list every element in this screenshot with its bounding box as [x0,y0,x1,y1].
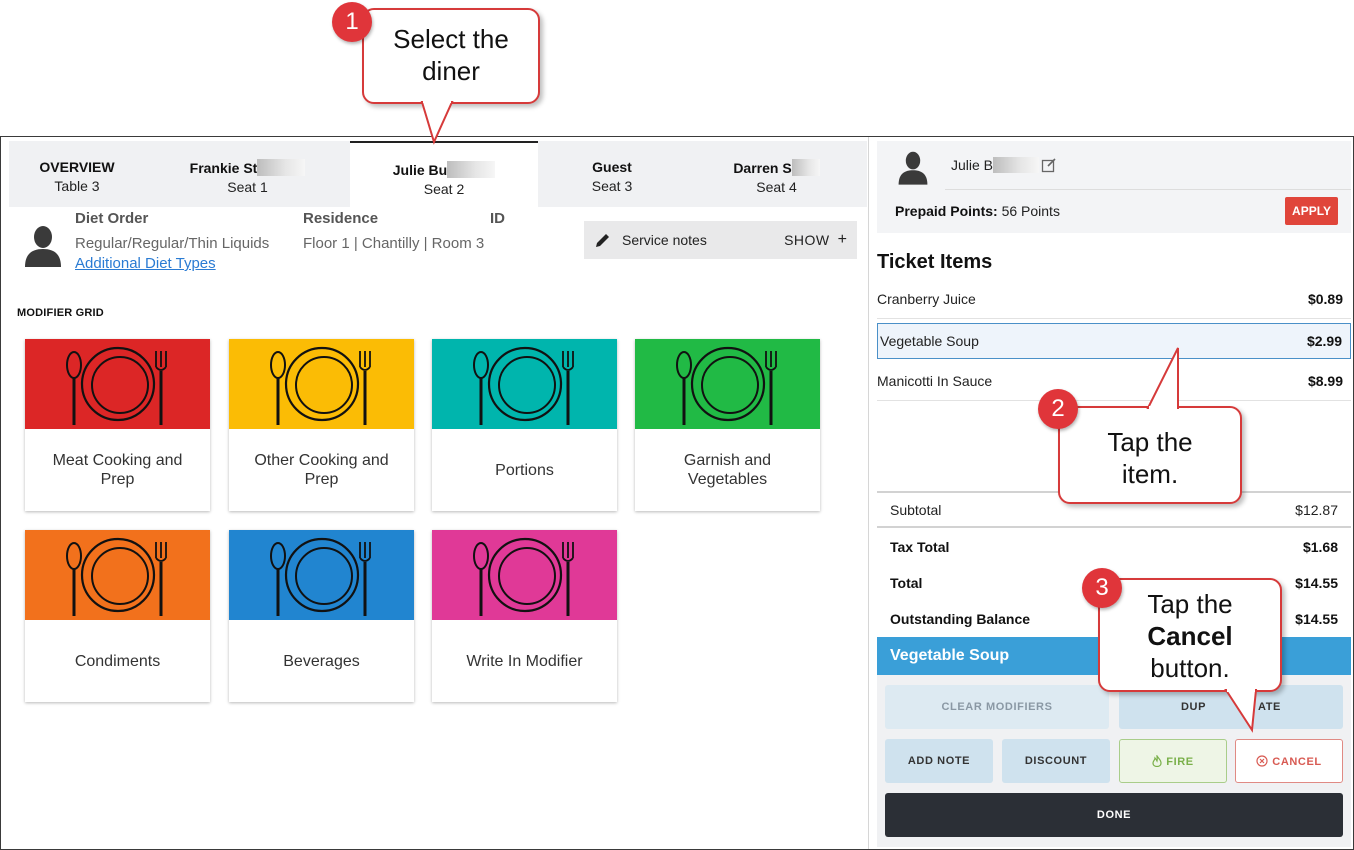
callout-3-pointer [1224,688,1258,733]
